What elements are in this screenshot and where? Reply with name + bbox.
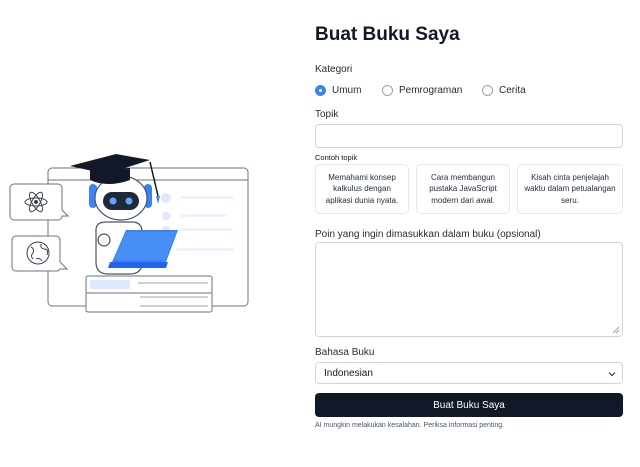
atom-bubble [9, 183, 70, 221]
contoh-topik-label: Contoh topik [315, 153, 358, 162]
example-topic-card-3[interactable]: Kisah cinta penjelajah waktu dalam petua… [517, 164, 623, 214]
submit-button[interactable]: Buat Buku Saya [315, 393, 623, 417]
radio-cerita-indicator[interactable] [482, 84, 493, 96]
radio-pemrograman-label[interactable]: Pemrograman [399, 85, 462, 96]
poin-textarea[interactable] [315, 242, 623, 337]
poin-label: Poin yang ingin dimasukkan dalam buku (o… [315, 229, 541, 240]
radio-cerita[interactable]: Cerita [482, 82, 526, 98]
example-topic-card-1[interactable]: Memahami konsep kalkulus dengan aplikasi… [315, 164, 409, 214]
bahasa-selected-value: Indonesian [324, 367, 373, 379]
radio-pemrograman[interactable]: Pemrograman [382, 82, 462, 98]
bahasa-select[interactable]: Indonesian [315, 362, 623, 384]
topik-input[interactable] [315, 124, 623, 148]
example-topic-card-2[interactable]: Cara membangun pustaka JavaScript modern… [416, 164, 510, 214]
page-title: Buat Buku Saya [315, 24, 460, 45]
chevron-down-icon [608, 372, 616, 377]
radio-umum-indicator[interactable] [315, 84, 326, 96]
kategori-radio-group: Umum Pemrograman Cerita [315, 82, 625, 98]
book-illustration [0, 0, 300, 467]
radio-umum[interactable]: Umum [315, 82, 361, 98]
globe-bubble [11, 235, 69, 272]
bahasa-label: Bahasa Buku [315, 347, 375, 358]
disclaimer-text: AI mungkin melakukan kesalahan. Periksa … [315, 422, 505, 429]
topik-label: Topik [315, 109, 339, 120]
resize-handle-icon[interactable] [612, 326, 620, 334]
radio-pemrograman-indicator[interactable] [382, 84, 393, 96]
radio-cerita-label[interactable]: Cerita [499, 85, 526, 96]
kategori-label: Kategori [315, 64, 353, 75]
books-stack-graphic [85, 275, 213, 313]
radio-umum-label[interactable]: Umum [332, 85, 361, 96]
